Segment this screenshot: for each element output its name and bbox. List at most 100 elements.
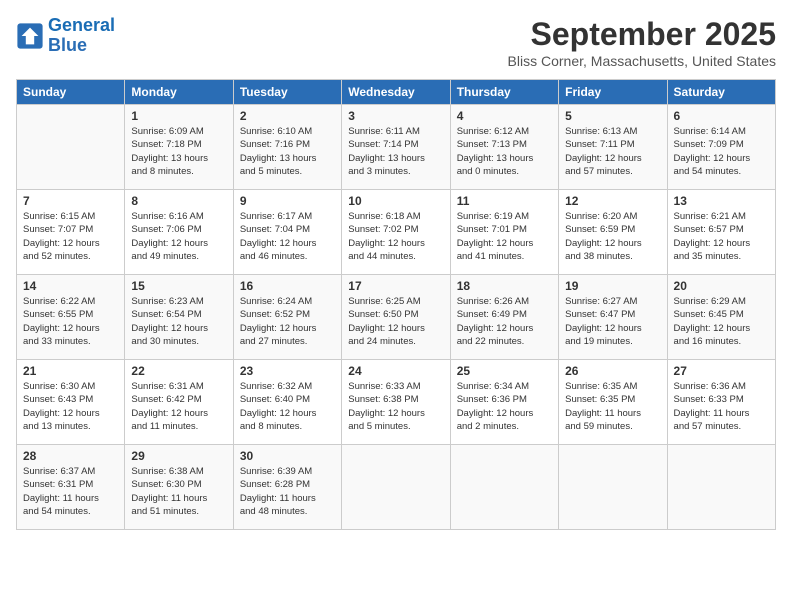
day-number: 3 bbox=[348, 109, 443, 123]
day-number: 29 bbox=[131, 449, 226, 463]
day-number: 25 bbox=[457, 364, 552, 378]
day-number: 2 bbox=[240, 109, 335, 123]
calendar-cell bbox=[559, 445, 667, 530]
calendar-cell: 17 Sunrise: 6:25 AM Sunset: 6:50 PM Dayli… bbox=[342, 275, 450, 360]
cell-sun-info: Sunrise: 6:39 AM Sunset: 6:28 PM Dayligh… bbox=[240, 465, 335, 518]
weekday-header-row: SundayMondayTuesdayWednesdayThursdayFrid… bbox=[17, 80, 776, 105]
calendar-cell: 20 Sunrise: 6:29 AM Sunset: 6:45 PM Dayli… bbox=[667, 275, 775, 360]
cell-sun-info: Sunrise: 6:37 AM Sunset: 6:31 PM Dayligh… bbox=[23, 465, 118, 518]
month-title: September 2025 bbox=[508, 16, 776, 53]
logo-icon bbox=[16, 22, 44, 50]
day-number: 30 bbox=[240, 449, 335, 463]
calendar-cell: 18 Sunrise: 6:26 AM Sunset: 6:49 PM Dayli… bbox=[450, 275, 558, 360]
weekday-header-cell: Sunday bbox=[17, 80, 125, 105]
calendar-cell: 6Sunrise: 6:14 AM Sunset: 7:09 PM Daylig… bbox=[667, 105, 775, 190]
day-number: 19 bbox=[565, 279, 660, 293]
calendar-cell: 15 Sunrise: 6:23 AM Sunset: 6:54 PM Dayli… bbox=[125, 275, 233, 360]
cell-sun-info: Sunrise: 6:20 AM Sunset: 6:59 PM Dayligh… bbox=[565, 210, 660, 263]
weekday-header-cell: Monday bbox=[125, 80, 233, 105]
day-number: 23 bbox=[240, 364, 335, 378]
calendar-cell: 26Sunrise: 6:35 AM Sunset: 6:35 PM Dayli… bbox=[559, 360, 667, 445]
logo-text: General Blue bbox=[48, 16, 115, 56]
day-number: 13 bbox=[674, 194, 769, 208]
day-number: 1 bbox=[131, 109, 226, 123]
weekday-header-cell: Friday bbox=[559, 80, 667, 105]
cell-sun-info: Sunrise: 6:11 AM Sunset: 7:14 PM Dayligh… bbox=[348, 125, 443, 178]
calendar-cell: 19 Sunrise: 6:27 AM Sunset: 6:47 PM Dayli… bbox=[559, 275, 667, 360]
day-number: 11 bbox=[457, 194, 552, 208]
day-number: 14 bbox=[23, 279, 118, 293]
day-number: 17 bbox=[348, 279, 443, 293]
calendar-cell: 8 Sunrise: 6:16 AM Sunset: 7:06 PM Daylig… bbox=[125, 190, 233, 275]
day-number: 4 bbox=[457, 109, 552, 123]
day-number: 26 bbox=[565, 364, 660, 378]
cell-sun-info: Sunrise: 6:26 AM Sunset: 6:49 PM Dayligh… bbox=[457, 295, 552, 348]
calendar-cell: 25Sunrise: 6:34 AM Sunset: 6:36 PM Dayli… bbox=[450, 360, 558, 445]
logo-line2: Blue bbox=[48, 35, 87, 55]
day-number: 24 bbox=[348, 364, 443, 378]
calendar-cell bbox=[667, 445, 775, 530]
cell-sun-info: Sunrise: 6:27 AM Sunset: 6:47 PM Dayligh… bbox=[565, 295, 660, 348]
calendar-cell bbox=[450, 445, 558, 530]
calendar-week-row: 7 Sunrise: 6:15 AM Sunset: 7:07 PM Daylig… bbox=[17, 190, 776, 275]
calendar-cell: 13 Sunrise: 6:21 AM Sunset: 6:57 PM Dayli… bbox=[667, 190, 775, 275]
day-number: 21 bbox=[23, 364, 118, 378]
calendar-cell: 10Sunrise: 6:18 AM Sunset: 7:02 PM Dayli… bbox=[342, 190, 450, 275]
cell-sun-info: Sunrise: 6:19 AM Sunset: 7:01 PM Dayligh… bbox=[457, 210, 552, 263]
calendar-body: 1 Sunrise: 6:09 AM Sunset: 7:18 PM Daylig… bbox=[17, 105, 776, 530]
calendar-cell: 12Sunrise: 6:20 AM Sunset: 6:59 PM Dayli… bbox=[559, 190, 667, 275]
cell-sun-info: Sunrise: 6:24 AM Sunset: 6:52 PM Dayligh… bbox=[240, 295, 335, 348]
calendar-cell: 29 Sunrise: 6:38 AM Sunset: 6:30 PM Dayli… bbox=[125, 445, 233, 530]
cell-sun-info: Sunrise: 6:09 AM Sunset: 7:18 PM Dayligh… bbox=[131, 125, 226, 178]
cell-sun-info: Sunrise: 6:29 AM Sunset: 6:45 PM Dayligh… bbox=[674, 295, 769, 348]
calendar-cell: 1 Sunrise: 6:09 AM Sunset: 7:18 PM Daylig… bbox=[125, 105, 233, 190]
weekday-header-cell: Wednesday bbox=[342, 80, 450, 105]
cell-sun-info: Sunrise: 6:12 AM Sunset: 7:13 PM Dayligh… bbox=[457, 125, 552, 178]
cell-sun-info: Sunrise: 6:15 AM Sunset: 7:07 PM Dayligh… bbox=[23, 210, 118, 263]
day-number: 7 bbox=[23, 194, 118, 208]
cell-sun-info: Sunrise: 6:22 AM Sunset: 6:55 PM Dayligh… bbox=[23, 295, 118, 348]
cell-sun-info: Sunrise: 6:30 AM Sunset: 6:43 PM Dayligh… bbox=[23, 380, 118, 433]
calendar-cell: 21 Sunrise: 6:30 AM Sunset: 6:43 PM Dayli… bbox=[17, 360, 125, 445]
cell-sun-info: Sunrise: 6:10 AM Sunset: 7:16 PM Dayligh… bbox=[240, 125, 335, 178]
calendar-cell: 27 Sunrise: 6:36 AM Sunset: 6:33 PM Dayli… bbox=[667, 360, 775, 445]
cell-sun-info: Sunrise: 6:21 AM Sunset: 6:57 PM Dayligh… bbox=[674, 210, 769, 263]
cell-sun-info: Sunrise: 6:33 AM Sunset: 6:38 PM Dayligh… bbox=[348, 380, 443, 433]
day-number: 5 bbox=[565, 109, 660, 123]
day-number: 9 bbox=[240, 194, 335, 208]
calendar-week-row: 21 Sunrise: 6:30 AM Sunset: 6:43 PM Dayli… bbox=[17, 360, 776, 445]
day-number: 22 bbox=[131, 364, 226, 378]
cell-sun-info: Sunrise: 6:13 AM Sunset: 7:11 PM Dayligh… bbox=[565, 125, 660, 178]
day-number: 18 bbox=[457, 279, 552, 293]
location-title: Bliss Corner, Massachusetts, United Stat… bbox=[508, 53, 776, 69]
calendar-cell: 5 Sunrise: 6:13 AM Sunset: 7:11 PM Daylig… bbox=[559, 105, 667, 190]
cell-sun-info: Sunrise: 6:23 AM Sunset: 6:54 PM Dayligh… bbox=[131, 295, 226, 348]
cell-sun-info: Sunrise: 6:14 AM Sunset: 7:09 PM Dayligh… bbox=[674, 125, 769, 178]
calendar-cell: 24 Sunrise: 6:33 AM Sunset: 6:38 PM Dayli… bbox=[342, 360, 450, 445]
cell-sun-info: Sunrise: 6:25 AM Sunset: 6:50 PM Dayligh… bbox=[348, 295, 443, 348]
cell-sun-info: Sunrise: 6:16 AM Sunset: 7:06 PM Dayligh… bbox=[131, 210, 226, 263]
cell-sun-info: Sunrise: 6:36 AM Sunset: 6:33 PM Dayligh… bbox=[674, 380, 769, 433]
day-number: 20 bbox=[674, 279, 769, 293]
day-number: 8 bbox=[131, 194, 226, 208]
day-number: 27 bbox=[674, 364, 769, 378]
calendar-cell: 22 Sunrise: 6:31 AM Sunset: 6:42 PM Dayli… bbox=[125, 360, 233, 445]
logo-line1: General bbox=[48, 15, 115, 35]
calendar-cell: 16Sunrise: 6:24 AM Sunset: 6:52 PM Dayli… bbox=[233, 275, 341, 360]
day-number: 15 bbox=[131, 279, 226, 293]
calendar-cell: 3 Sunrise: 6:11 AM Sunset: 7:14 PM Daylig… bbox=[342, 105, 450, 190]
header: General Blue September 2025 Bliss Corner… bbox=[16, 16, 776, 69]
calendar-cell: 28 Sunrise: 6:37 AM Sunset: 6:31 PM Dayli… bbox=[17, 445, 125, 530]
weekday-header-cell: Saturday bbox=[667, 80, 775, 105]
calendar-cell: 11 Sunrise: 6:19 AM Sunset: 7:01 PM Dayli… bbox=[450, 190, 558, 275]
calendar-cell: 9Sunrise: 6:17 AM Sunset: 7:04 PM Daylig… bbox=[233, 190, 341, 275]
cell-sun-info: Sunrise: 6:32 AM Sunset: 6:40 PM Dayligh… bbox=[240, 380, 335, 433]
calendar-table: SundayMondayTuesdayWednesdayThursdayFrid… bbox=[16, 79, 776, 530]
cell-sun-info: Sunrise: 6:38 AM Sunset: 6:30 PM Dayligh… bbox=[131, 465, 226, 518]
day-number: 28 bbox=[23, 449, 118, 463]
calendar-cell bbox=[342, 445, 450, 530]
calendar-week-row: 28 Sunrise: 6:37 AM Sunset: 6:31 PM Dayli… bbox=[17, 445, 776, 530]
cell-sun-info: Sunrise: 6:18 AM Sunset: 7:02 PM Dayligh… bbox=[348, 210, 443, 263]
cell-sun-info: Sunrise: 6:31 AM Sunset: 6:42 PM Dayligh… bbox=[131, 380, 226, 433]
calendar-week-row: 1 Sunrise: 6:09 AM Sunset: 7:18 PM Daylig… bbox=[17, 105, 776, 190]
